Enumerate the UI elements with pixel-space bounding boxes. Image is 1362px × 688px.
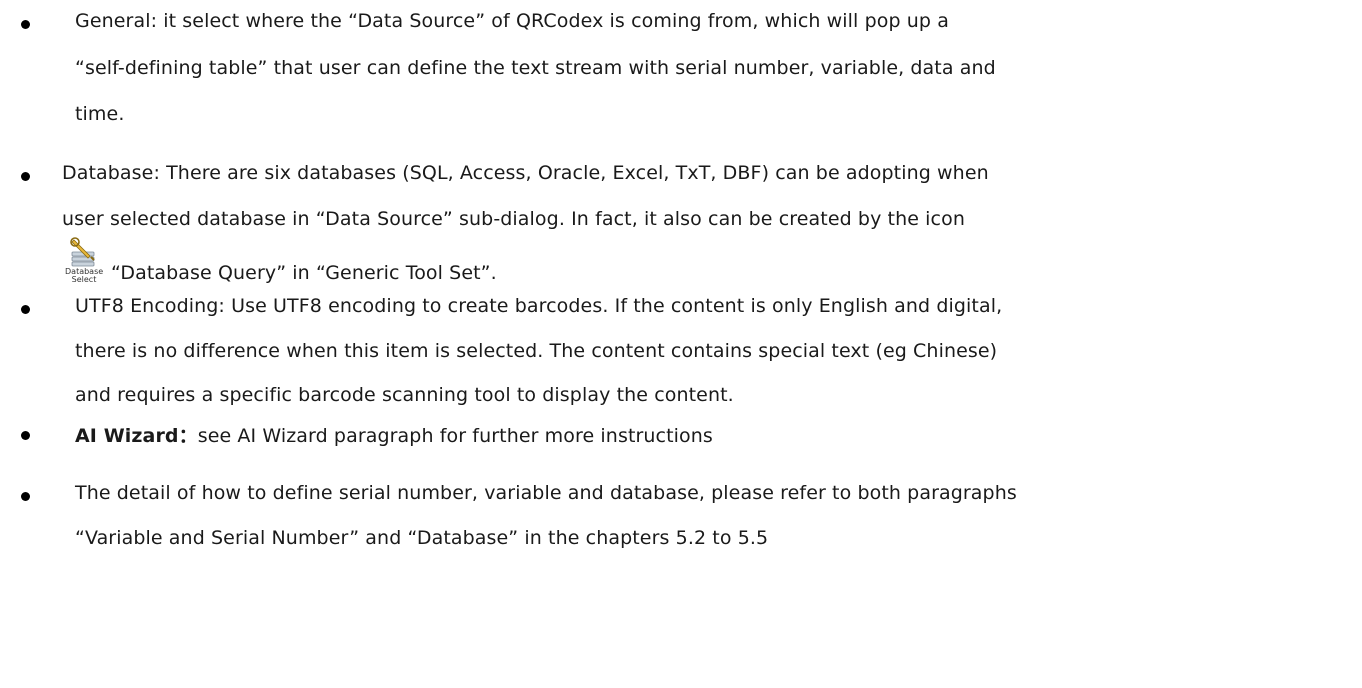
detail-line-1: The detail of how to define serial numbe… (75, 482, 1017, 504)
bullet-general (21, 20, 30, 29)
database-line-1: Database: There are six databases (SQL, … (62, 162, 989, 184)
ai-wizard-text: see AI Wizard paragraph for further more… (197, 425, 713, 447)
general-line-2: “self-defining table” that user can defi… (75, 57, 996, 79)
general-line-1: General: it select where the “Data Sourc… (75, 10, 949, 32)
utf8-line-3: and requires a specific barcode scanning… (75, 384, 734, 406)
wrench-database-icon (70, 237, 95, 267)
bullet-detail (21, 492, 30, 501)
utf8-line-2: there is no difference when this item is… (75, 340, 998, 362)
ai-wizard-line: AI Wizard：see AI Wizard paragraph for fu… (75, 421, 713, 448)
bullet-database (21, 172, 30, 181)
ai-wizard-label: AI Wizard： (75, 425, 198, 447)
database-line-2: user selected database in “Data Source” … (62, 208, 965, 230)
general-line-3: time. (75, 103, 125, 125)
database-select-caption-bottom: Select (71, 275, 97, 284)
detail-line-2: “Variable and Serial Number” and “Databa… (75, 527, 769, 549)
bullet-ai-wizard (21, 431, 30, 440)
database-select-caption: Database Select (65, 268, 103, 284)
database-after-icon: “Database Query” in “Generic Tool Set”. (111, 262, 497, 284)
database-select-icon[interactable]: Database Select (65, 237, 103, 285)
bullet-utf8 (21, 305, 30, 314)
utf8-line-1: UTF8 Encoding: Use UTF8 encoding to crea… (75, 295, 1003, 317)
